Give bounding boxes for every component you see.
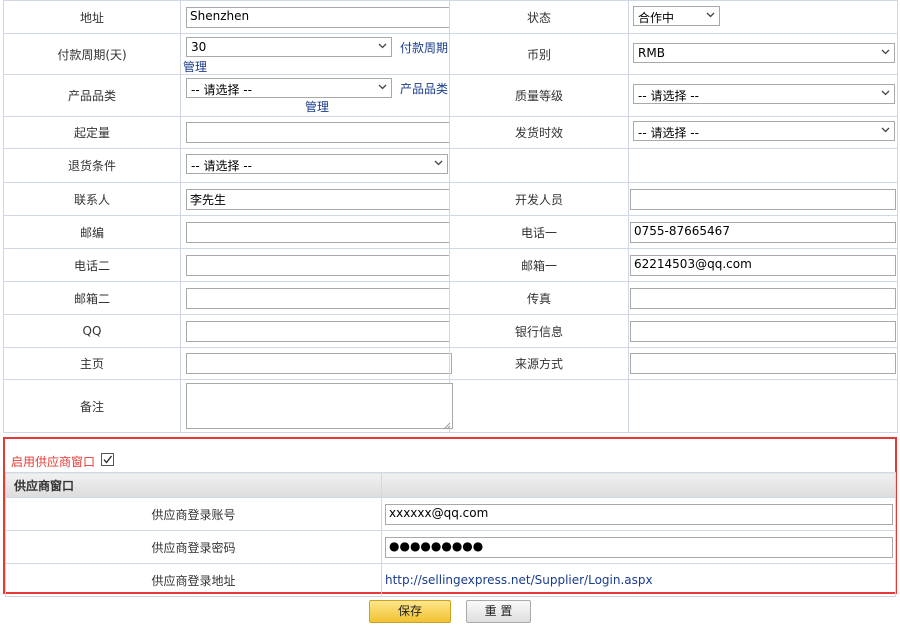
product-category-label: 产品品类 [3, 74, 181, 117]
empty-cell [628, 148, 898, 183]
supplier-password-input[interactable]: ●●●●●●●●● [385, 536, 893, 558]
homepage-label: 主页 [3, 347, 181, 380]
payment-cycle-manage-link[interactable]: 付款周期 [400, 39, 448, 56]
remark-textarea[interactable] [186, 383, 453, 430]
empty-cell [449, 148, 629, 183]
save-button[interactable]: 保存 [369, 600, 451, 623]
contact-label: 联系人 [3, 182, 181, 216]
qq-input[interactable] [186, 320, 450, 342]
header-empty-cell [381, 472, 896, 498]
developer-input[interactable] [630, 188, 896, 210]
product-category-value: -- 请选择 -- [191, 83, 252, 97]
product-category-manage-link-2[interactable]: 管理 [305, 98, 329, 115]
status-select-value: 合作中 [638, 10, 675, 25]
bank-info-input[interactable] [630, 320, 896, 342]
phone2-label: 电话二 [3, 248, 181, 282]
payment-cycle-value: 30 [191, 40, 207, 54]
enable-supplier-window-checkbox[interactable] [101, 453, 114, 466]
developer-label: 开发人员 [449, 182, 629, 216]
phone1-input[interactable]: 0755-87665467 [630, 221, 896, 243]
supplier-login-url-link[interactable]: http://sellingexpress.net/Supplier/Login… [385, 573, 653, 587]
postcode-input[interactable] [186, 221, 450, 243]
supplier-url-label: 供应商登录地址 [5, 563, 382, 597]
currency-value: RMB [638, 45, 665, 60]
remark-label: 备注 [3, 379, 181, 433]
empty-cell [449, 379, 629, 433]
payment-cycle-select[interactable]: 30 [186, 37, 392, 57]
moq-label: 起定量 [3, 116, 181, 149]
postcode-label: 邮编 [3, 215, 181, 249]
chevron-down-icon [706, 11, 715, 19]
payment-cycle-manage-link-2[interactable]: 管理 [183, 58, 207, 75]
resize-grip-icon[interactable] [443, 419, 451, 430]
quality-grade-value: -- 请选择 -- [638, 89, 699, 103]
supplier-account-input[interactable]: xxxxxx@qq.com [385, 503, 893, 525]
chevron-down-icon [881, 126, 890, 134]
status-select[interactable]: 合作中 [633, 5, 720, 26]
source-input[interactable] [630, 353, 896, 374]
phone2-input[interactable] [186, 254, 450, 276]
delivery-time-select[interactable]: -- 请选择 -- [633, 121, 895, 141]
fax-input[interactable] [630, 287, 896, 309]
supplier-form-table: 地址 Shenzhen 状态 合作中 付款周期(天) 30 付款周期 管理 币别 [3, 0, 898, 433]
supplier-window-table: 供应商窗口 供应商登录账号 xxxxxx@qq.com 供应商登录密码 ●●●●… [5, 472, 896, 597]
fax-label: 传真 [449, 281, 629, 315]
chevron-down-icon [434, 159, 443, 167]
supplier-window-header: 供应商窗口 [5, 472, 382, 498]
address-label: 地址 [3, 0, 181, 34]
chevron-down-icon [378, 42, 387, 50]
product-category-select[interactable]: -- 请选择 -- [186, 78, 392, 98]
product-category-manage-link[interactable]: 产品品类 [400, 80, 448, 97]
payment-cycle-label: 付款周期(天) [3, 33, 181, 75]
supplier-account-label: 供应商登录账号 [5, 497, 382, 531]
return-terms-label: 退货条件 [3, 148, 181, 183]
status-label: 状态 [449, 0, 629, 34]
contact-input[interactable]: 李先生 [186, 188, 450, 210]
qq-label: QQ [3, 314, 181, 348]
return-terms-value: -- 请选择 -- [191, 159, 252, 173]
source-label: 来源方式 [449, 347, 629, 380]
reset-button[interactable]: 重 置 [466, 600, 531, 623]
quality-grade-select[interactable]: -- 请选择 -- [633, 84, 895, 104]
chevron-down-icon [881, 48, 890, 56]
email2-label: 邮箱二 [3, 281, 181, 315]
currency-select[interactable]: RMB [633, 42, 895, 63]
quality-grade-label: 质量等级 [449, 74, 629, 117]
supplier-window-section: 启用供应商窗口 供应商窗口 供应商登录账号 xxxxxx@qq.com 供应商登… [3, 437, 897, 597]
return-terms-select[interactable]: -- 请选择 -- [186, 154, 448, 174]
bank-info-label: 银行信息 [449, 314, 629, 348]
delivery-time-label: 发货时效 [449, 116, 629, 149]
empty-cell [628, 379, 898, 433]
currency-label: 币别 [449, 33, 629, 75]
phone1-label: 电话一 [449, 215, 629, 249]
address-input[interactable]: Shenzhen [186, 6, 450, 28]
email2-input[interactable] [186, 287, 450, 309]
email1-label: 邮箱一 [449, 248, 629, 282]
supplier-password-label: 供应商登录密码 [5, 530, 382, 564]
checkmark-icon [103, 455, 113, 464]
moq-input[interactable] [186, 122, 450, 143]
delivery-time-value: -- 请选择 -- [638, 126, 699, 140]
email1-input[interactable]: 62214503@qq.com [630, 254, 896, 276]
enable-supplier-window-label: 启用供应商窗口 [11, 455, 96, 469]
chevron-down-icon [378, 83, 387, 91]
chevron-down-icon [881, 89, 890, 97]
homepage-input[interactable] [186, 353, 452, 374]
